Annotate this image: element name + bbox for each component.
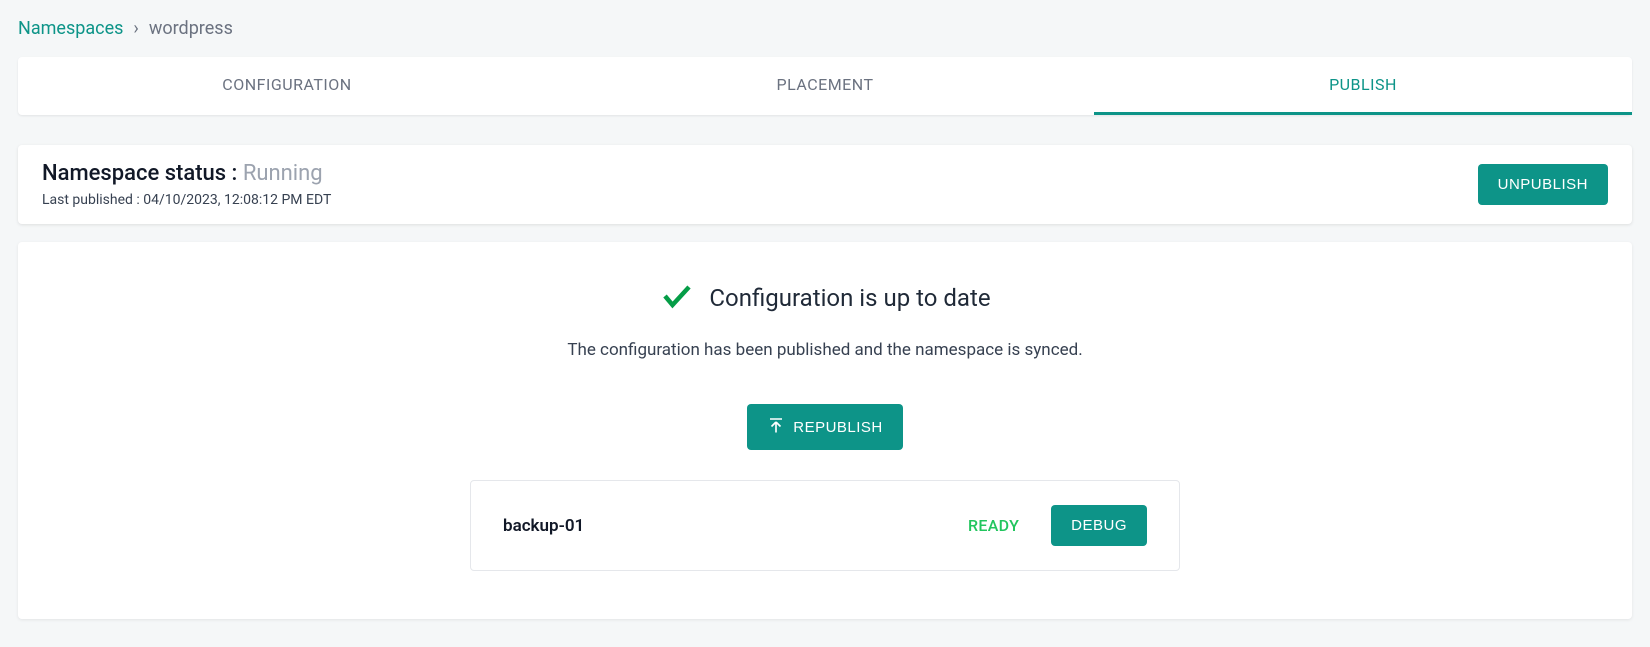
config-status-card: Configuration is up to date The configur… [18,242,1632,619]
deployment-status-badge: READY [968,516,1019,535]
config-subtext: The configuration has been published and… [42,340,1608,360]
config-heading: Configuration is up to date [709,284,990,312]
namespace-status-card: Namespace status : Running Last publishe… [18,145,1632,224]
status-value: Running [243,161,323,186]
last-published-label: Last published : [42,192,143,208]
publish-icon [767,416,785,438]
deployment-row: backup-01 READY DEBUG [470,480,1180,571]
last-published-value: 04/10/2023, 12:08:12 PM EDT [143,192,331,208]
breadcrumb: Namespaces › wordpress [18,18,1632,39]
republish-label: REPUBLISH [793,419,883,436]
check-icon [659,278,695,318]
tab-bar: CONFIGURATION PLACEMENT PUBLISH [18,57,1632,115]
deployment-name: backup-01 [503,516,584,536]
deployment-actions: READY DEBUG [968,505,1147,546]
last-published: Last published : 04/10/2023, 12:08:12 PM… [42,192,331,208]
republish-button[interactable]: REPUBLISH [747,404,903,450]
breadcrumb-current: wordpress [149,18,233,39]
status-label: Namespace status : [42,161,243,186]
config-heading-row: Configuration is up to date [42,278,1608,318]
debug-button[interactable]: DEBUG [1051,505,1147,546]
status-text-block: Namespace status : Running Last publishe… [42,161,331,208]
republish-wrap: REPUBLISH [42,404,1608,450]
tab-configuration[interactable]: CONFIGURATION [18,57,556,115]
unpublish-button[interactable]: UNPUBLISH [1478,164,1608,205]
namespace-status-title: Namespace status : Running [42,161,331,186]
breadcrumb-separator: › [133,18,138,39]
breadcrumb-root[interactable]: Namespaces [18,18,123,39]
tab-placement[interactable]: PLACEMENT [556,57,1094,115]
tab-publish[interactable]: PUBLISH [1094,57,1632,115]
